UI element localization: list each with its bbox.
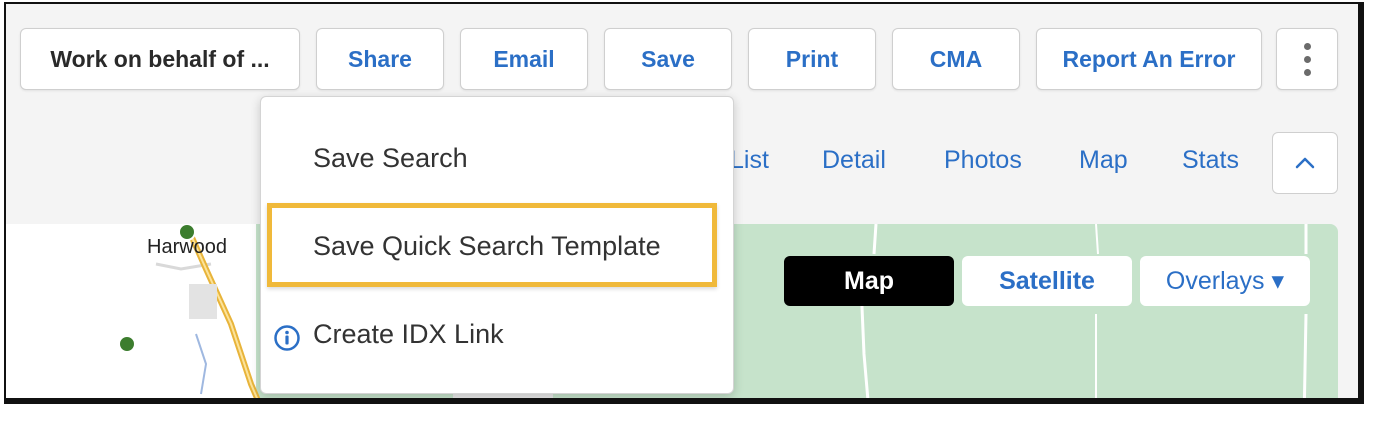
save-dropdown-menu: Save Search Save Quick Search Template C… xyxy=(260,96,734,394)
menu-item-save-search[interactable]: Save Search xyxy=(313,143,468,174)
menu-item-save-quick-search-template[interactable]: Save Quick Search Template xyxy=(313,231,661,262)
tab-list[interactable]: List xyxy=(730,146,769,175)
share-button[interactable]: Share xyxy=(316,28,444,90)
chevron-up-icon xyxy=(1295,157,1315,169)
tab-detail[interactable]: Detail xyxy=(822,146,886,175)
map-marker-icon[interactable] xyxy=(117,334,137,354)
email-button[interactable]: Email xyxy=(460,28,588,90)
print-button[interactable]: Print xyxy=(748,28,876,90)
tab-map[interactable]: Map xyxy=(1079,146,1128,175)
tab-photos[interactable]: Photos xyxy=(944,146,1022,175)
cma-button[interactable]: CMA xyxy=(892,28,1020,90)
menu-item-create-idx-link[interactable]: Create IDX Link xyxy=(313,319,504,350)
kebab-dot-icon xyxy=(1303,55,1311,63)
tab-stats[interactable]: Stats xyxy=(1182,146,1239,175)
map-place-label: Harwood xyxy=(147,236,228,258)
info-icon xyxy=(274,325,300,351)
more-options-button[interactable] xyxy=(1276,28,1338,90)
kebab-dot-icon xyxy=(1303,42,1311,50)
work-on-behalf-button[interactable]: Work on behalf of ... xyxy=(20,28,300,90)
kebab-dot-icon xyxy=(1303,68,1311,76)
map-type-satellite-button[interactable]: Satellite xyxy=(962,256,1132,306)
report-error-button[interactable]: Report An Error xyxy=(1036,28,1262,90)
overlays-button[interactable]: Overlays ▾ xyxy=(1140,256,1310,306)
map-type-map-button[interactable]: Map xyxy=(784,256,954,306)
app-window: Work on behalf of ... Share Email Save P… xyxy=(4,2,1364,404)
collapse-button[interactable] xyxy=(1272,132,1338,194)
save-button[interactable]: Save xyxy=(604,28,732,90)
